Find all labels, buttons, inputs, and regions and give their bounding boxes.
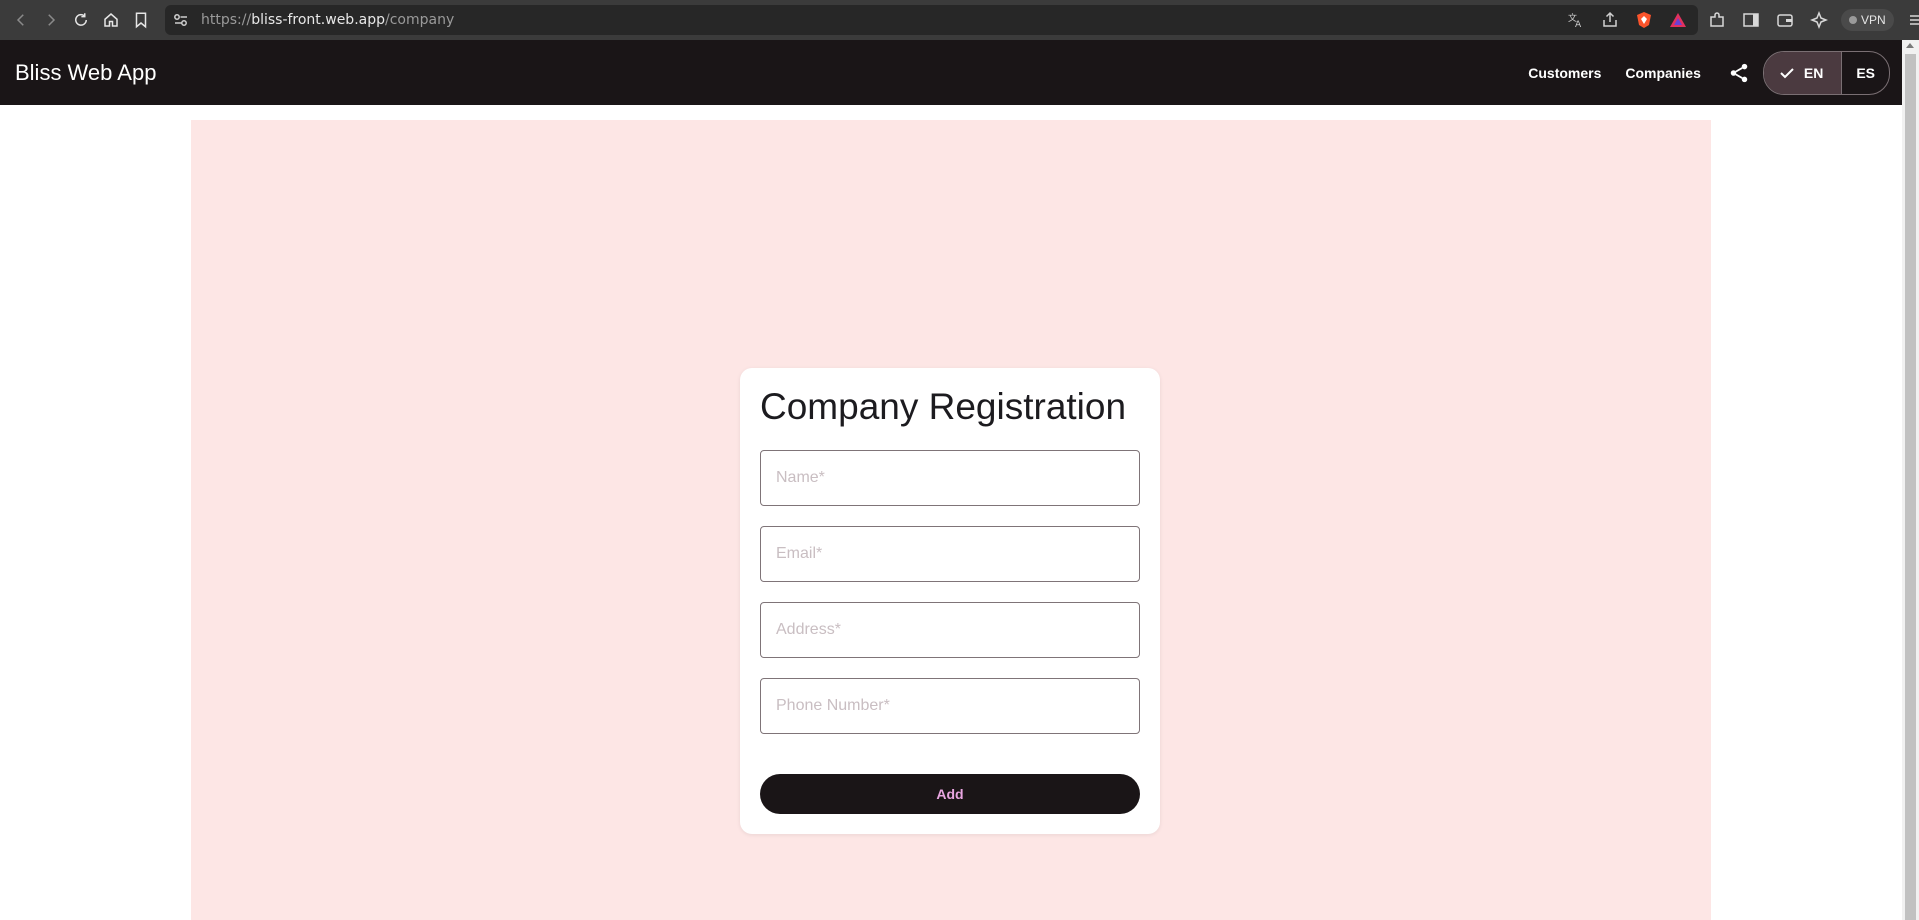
address-field[interactable] xyxy=(760,602,1140,658)
site-settings-icon[interactable] xyxy=(173,12,189,33)
bookmark-button[interactable] xyxy=(126,5,156,35)
form-title: Company Registration xyxy=(760,386,1127,427)
vpn-status-icon xyxy=(1849,16,1857,24)
nav-companies-link[interactable]: Companies xyxy=(1625,65,1700,81)
translate-icon[interactable]: 文A xyxy=(1566,10,1586,30)
email-field[interactable] xyxy=(760,526,1140,582)
scroll-up-icon[interactable] xyxy=(1906,43,1914,48)
reload-icon xyxy=(75,13,87,26)
address-bar[interactable]: https://bliss-front.web.app/company 文A xyxy=(165,5,1698,35)
add-button[interactable]: Add xyxy=(760,774,1140,814)
share-button[interactable] xyxy=(1725,59,1753,87)
language-option-es[interactable]: ES xyxy=(1841,51,1889,94)
vpn-button[interactable]: VPN xyxy=(1841,9,1894,31)
home-button[interactable] xyxy=(96,5,126,35)
back-arrow-icon xyxy=(16,14,24,26)
url-path: /company xyxy=(385,12,455,28)
wallet-icon[interactable] xyxy=(1773,8,1797,32)
home-icon xyxy=(104,13,118,27)
name-field[interactable] xyxy=(760,450,1140,506)
language-label-es: ES xyxy=(1856,64,1875,81)
back-button[interactable] xyxy=(6,5,36,35)
page-scrollbar[interactable] xyxy=(1902,40,1919,920)
scrollbar-thumb[interactable] xyxy=(1905,54,1916,920)
email-input[interactable] xyxy=(761,527,1139,581)
vpn-label: VPN xyxy=(1861,13,1886,27)
header-nav: Customers Companies EN ES xyxy=(1528,40,1902,105)
bookmark-icon xyxy=(135,12,147,29)
extensions-icon[interactable] xyxy=(1705,8,1729,32)
forward-arrow-icon xyxy=(48,14,56,26)
leo-ai-icon[interactable] xyxy=(1807,8,1831,32)
check-icon xyxy=(1780,67,1794,78)
app-title: Bliss Web App xyxy=(15,60,157,85)
app-header: Bliss Web App Customers Companies EN ES xyxy=(0,40,1902,105)
url-text: https://bliss-front.web.app/company xyxy=(201,5,454,35)
url-scheme: https:// xyxy=(201,12,252,28)
url-host: bliss-front.web.app xyxy=(251,12,386,28)
language-toggle: EN ES xyxy=(1762,50,1890,95)
registration-card: Company Registration Add xyxy=(740,368,1160,834)
brave-rewards-icon[interactable] xyxy=(1668,10,1688,30)
language-option-en[interactable]: EN xyxy=(1763,51,1842,94)
share-page-icon[interactable] xyxy=(1600,10,1620,30)
share-icon xyxy=(1730,63,1748,82)
forward-button[interactable] xyxy=(36,5,66,35)
brave-shields-icon[interactable] xyxy=(1634,10,1654,30)
sidebar-icon[interactable] xyxy=(1739,8,1763,32)
nav-customers-link[interactable]: Customers xyxy=(1528,65,1601,81)
reload-button[interactable] xyxy=(66,5,96,35)
language-label-en: EN xyxy=(1803,64,1824,81)
svg-text:A: A xyxy=(1575,20,1582,29)
phone-field[interactable] xyxy=(760,678,1140,734)
address-input[interactable] xyxy=(761,603,1139,657)
browser-toolbar: https://bliss-front.web.app/company 文A V… xyxy=(0,0,1919,40)
menu-icon[interactable] xyxy=(1904,8,1919,32)
name-input[interactable] xyxy=(761,451,1139,505)
phone-number-input[interactable] xyxy=(761,679,1139,733)
